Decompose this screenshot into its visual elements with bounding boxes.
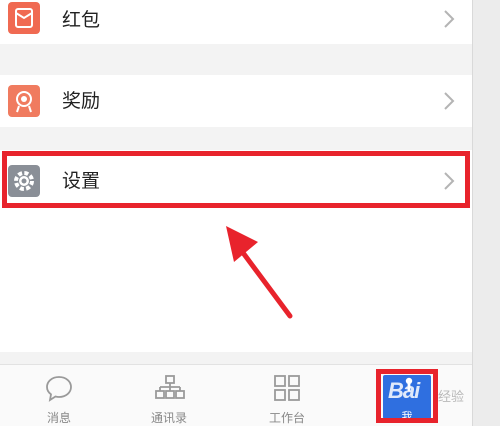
watermark-text: 经验 xyxy=(438,390,465,405)
annotation-arrow-icon xyxy=(226,226,293,319)
gear-icon xyxy=(8,165,40,197)
tab-label: 通讯录 xyxy=(150,411,187,425)
chevron-right-icon xyxy=(444,172,455,190)
award-icon xyxy=(8,85,40,117)
tab-label: 工作台 xyxy=(268,411,305,425)
tab-label: 消息 xyxy=(46,411,71,425)
tab-messages[interactable]: 消息 xyxy=(0,365,118,426)
chat-bubble-icon xyxy=(46,376,72,402)
screen: 红包 奖励 设置 消息 通讯录 工作台 Bai 我 经验 xyxy=(0,0,472,426)
watermark-logo: Bai xyxy=(388,378,420,403)
grid-icon xyxy=(274,375,300,401)
chevron-right-icon xyxy=(444,92,455,110)
org-chart-icon xyxy=(155,375,185,399)
tab-workbench[interactable]: 工作台 xyxy=(228,365,346,426)
menu-item-label: 红包 xyxy=(62,9,101,31)
right-margin xyxy=(472,0,500,426)
tab-contacts[interactable]: 通讯录 xyxy=(110,365,228,426)
menu-item-label: 奖励 xyxy=(62,90,101,112)
tab-label-me: 我 xyxy=(401,410,413,423)
chevron-right-icon xyxy=(444,10,455,28)
menu-item-settings[interactable]: 设置 xyxy=(0,150,472,212)
menu-item-label: 设置 xyxy=(62,170,101,192)
red-envelope-icon xyxy=(8,2,40,34)
menu-item-award[interactable]: 奖励 xyxy=(0,75,472,127)
menu-item-red-envelope[interactable]: 红包 xyxy=(0,0,472,44)
